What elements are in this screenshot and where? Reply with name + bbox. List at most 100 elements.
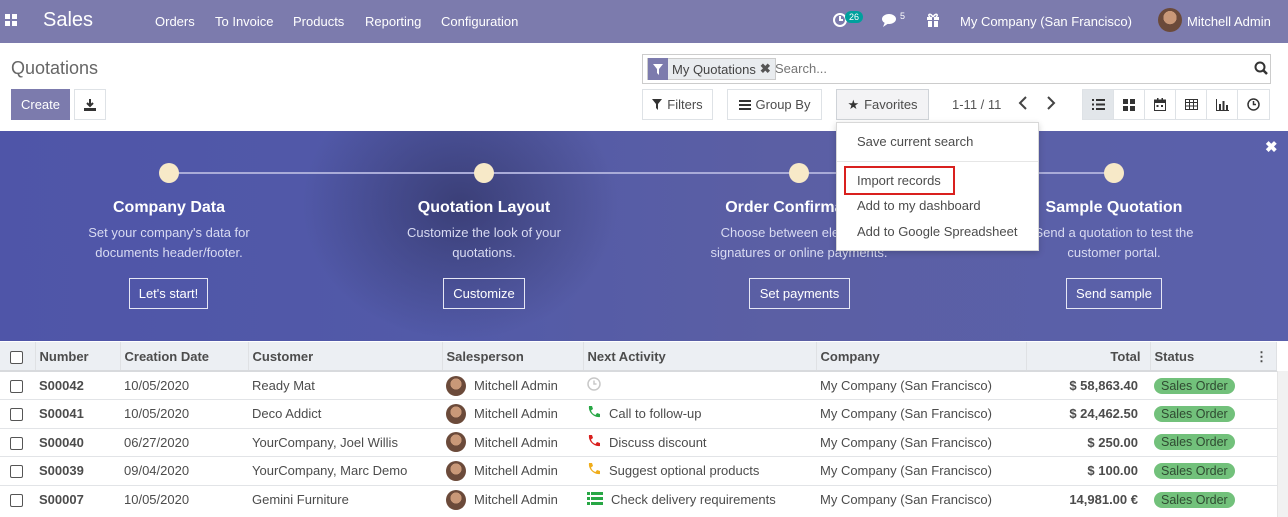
select-all-checkbox[interactable] [10,350,23,364]
creation-date: 06/27/2020 [120,427,248,457]
view-switcher [1082,89,1270,120]
pager-value[interactable]: 1-11 / 11 [952,97,1001,112]
optional-columns-icon[interactable]: ⋮ [1255,349,1268,365]
column-number[interactable]: Number [35,342,121,372]
gift-icon[interactable] [926,12,940,30]
calendar-view-icon[interactable] [1145,90,1176,119]
download-icon [84,98,96,111]
pivot-view-icon[interactable] [1176,90,1207,119]
facet-label: My Quotations [672,61,756,77]
salesperson: Mitchell Admin [474,406,558,422]
table-row[interactable]: S00041 10/05/2020 Deco Addict Mitchell A… [0,399,1277,428]
creation-date: 10/05/2020 [120,484,248,514]
column-status[interactable]: Status ⋮ [1150,342,1277,372]
total: $ 100.00 [1026,456,1150,485]
total: 14,981.00 € [1026,484,1150,514]
table-row[interactable]: S00042 10/05/2020 Ready Mat Mitchell Adm… [0,370,1277,400]
user-menu[interactable]: Mitchell Admin [1187,14,1271,29]
row-checkbox[interactable] [10,494,23,508]
close-banner-icon[interactable]: ✖ [1265,138,1278,156]
add-to-google-spreadsheet-item[interactable]: Add to Google Spreadsheet [857,224,1017,239]
company: My Company (San Francisco) [816,484,1026,514]
next-activity: Suggest optional products [609,463,760,479]
order-number: S00042 [35,370,120,400]
pager-previous-icon[interactable] [1018,96,1028,113]
creation-date: 10/05/2020 [120,370,248,400]
add-to-dashboard-item[interactable]: Add to my dashboard [857,198,981,213]
search-icon[interactable] [1254,61,1268,78]
menu-products[interactable]: Products [293,14,344,29]
download-button[interactable] [74,89,106,120]
row-checkbox[interactable] [10,380,23,394]
search-input[interactable] [775,61,1235,76]
scrollbar[interactable] [1277,371,1288,517]
pager-next-icon[interactable] [1046,96,1056,113]
activity-count-badge: 26 [845,11,864,23]
clock-icon[interactable] [587,377,601,394]
menu-reporting[interactable]: Reporting [365,14,421,29]
salesperson-avatar [446,489,466,510]
status-badge: Sales Order [1154,434,1235,451]
company: My Company (San Francisco) [816,370,1026,400]
customize-button[interactable]: Customize [443,278,525,309]
lets-start-button[interactable]: Let's start! [129,278,208,309]
send-sample-button[interactable]: Send sample [1066,278,1162,309]
column-next-activity[interactable]: Next Activity [583,342,817,372]
filters-button[interactable]: Filters [642,89,713,120]
select-all-checkbox-cell[interactable] [0,342,36,372]
salesperson-avatar [446,432,466,453]
company-switcher[interactable]: My Company (San Francisco) [960,14,1132,29]
menu-configuration[interactable]: Configuration [441,14,518,29]
column-total[interactable]: Total [1026,342,1151,372]
menu-to-invoice[interactable]: To Invoice [215,14,274,29]
filter-icon [652,99,663,110]
table-row[interactable]: S00040 06/27/2020 YourCompany, Joel Will… [0,427,1277,457]
row-checkbox[interactable] [10,465,23,479]
next-activity: Discuss discount [609,434,707,450]
message-count: 5 [900,11,906,21]
save-current-search-item[interactable]: Save current search [857,134,973,149]
company: My Company (San Francisco) [816,427,1026,457]
column-creation-date[interactable]: Creation Date [120,342,249,372]
step-description: Set your company's data for documents hea… [88,225,250,260]
set-payments-button[interactable]: Set payments [749,278,850,309]
phone-icon[interactable] [587,434,601,451]
apps-menu-icon[interactable] [5,14,19,28]
row-checkbox[interactable] [10,408,23,422]
import-records-item[interactable]: Import records [857,173,941,188]
search-box[interactable]: My Quotations ✖ [642,54,1271,84]
messages-icon[interactable] [882,13,899,31]
creation-date: 10/05/2020 [120,399,248,428]
table-row[interactable]: S00007 10/05/2020 Gemini Furniture Mitch… [0,484,1277,514]
step-dot [159,163,179,183]
phone-icon[interactable] [587,405,601,422]
column-salesperson[interactable]: Salesperson [442,342,584,372]
phone-icon[interactable] [587,462,601,479]
table-row[interactable]: S00039 09/04/2020 YourCompany, Marc Demo… [0,456,1277,485]
graph-view-icon[interactable] [1207,90,1238,119]
user-avatar[interactable] [1158,8,1182,32]
favorites-button[interactable]: ★ Favorites [836,89,929,120]
breadcrumb: Quotations [11,58,99,78]
column-company[interactable]: Company [816,342,1027,372]
kanban-view-icon[interactable] [1114,90,1145,119]
remove-facet-icon[interactable]: ✖ [760,61,775,77]
row-checkbox[interactable] [10,436,23,450]
column-customer[interactable]: Customer [248,342,443,372]
company: My Company (San Francisco) [816,399,1026,428]
order-number: S00040 [35,427,120,457]
order-number: S00041 [35,399,120,428]
salesperson: Mitchell Admin [474,492,558,507]
list-view-icon[interactable] [1083,90,1114,119]
groupby-button[interactable]: Group By [727,89,822,120]
salesperson-avatar [446,460,466,481]
menu-orders[interactable]: Orders [155,14,195,29]
create-button[interactable]: Create [11,89,70,120]
app-title[interactable]: Sales [43,9,93,32]
step-dot [789,163,809,183]
company: My Company (San Francisco) [816,456,1026,485]
activity-view-icon[interactable] [1238,90,1269,119]
divider [837,161,1038,162]
facet-my-quotations[interactable]: My Quotations ✖ [647,58,776,80]
list-icon[interactable] [587,491,603,508]
